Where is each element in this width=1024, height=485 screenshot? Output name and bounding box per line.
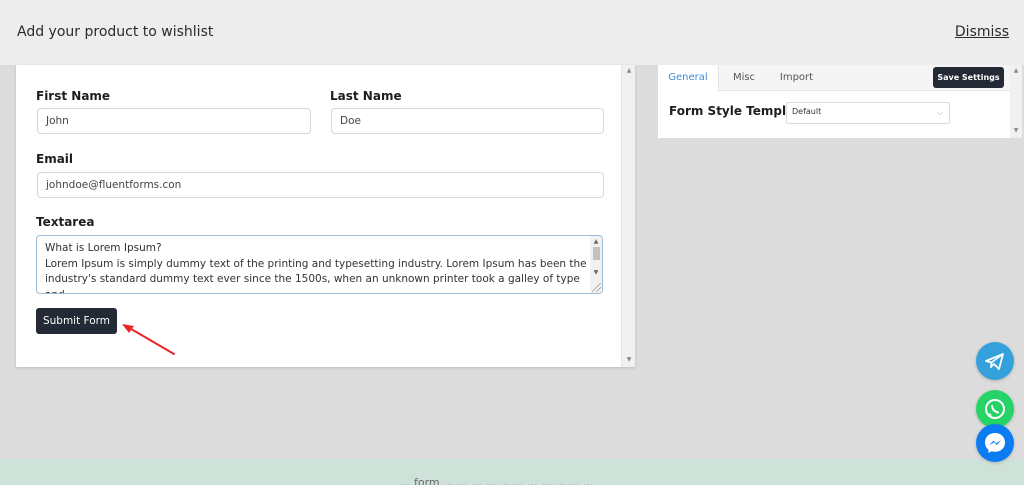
textarea-content: What is Lorem Ipsum? Lorem Ipsum is simp…: [45, 242, 587, 293]
form-style-template-value: Default: [792, 107, 822, 116]
scroll-up-icon[interactable]: ▲: [622, 67, 636, 74]
dismiss-link[interactable]: Dismiss: [955, 24, 1009, 40]
settings-panel: General Misc Import Save Settings Form S…: [658, 65, 1022, 138]
notification-title: Add your product to wishlist: [17, 24, 214, 40]
footer-text: ... form ... ... ... ... ... ... ... ...…: [400, 476, 594, 485]
submit-form-button[interactable]: Submit Form: [36, 308, 117, 334]
textarea-label: Textarea: [36, 215, 95, 229]
chevron-down-icon: ⌵: [936, 108, 943, 117]
whatsapp-button[interactable]: [976, 390, 1014, 428]
scroll-down-icon[interactable]: ▼: [590, 269, 602, 276]
textarea-input[interactable]: What is Lorem Ipsum? Lorem Ipsum is simp…: [36, 235, 603, 294]
scroll-down-icon[interactable]: ▼: [622, 356, 636, 363]
settings-tabs: General Misc Import Save Settings: [658, 65, 1022, 92]
panel-scrollbar[interactable]: ▲ ▼: [621, 65, 635, 367]
email-label: Email: [36, 152, 74, 166]
last-name-input[interactable]: Doe: [331, 108, 604, 134]
tab-misc[interactable]: Misc: [719, 65, 769, 91]
scroll-down-icon[interactable]: ▼: [1010, 127, 1022, 134]
tab-general[interactable]: General: [658, 65, 719, 92]
save-settings-button[interactable]: Save Settings: [933, 67, 1004, 88]
scroll-up-icon[interactable]: ▲: [590, 238, 602, 245]
telegram-button[interactable]: [976, 342, 1014, 380]
scroll-up-icon[interactable]: ▲: [1010, 67, 1022, 74]
last-name-label: Last Name: [330, 89, 402, 103]
scroll-thumb[interactable]: [593, 247, 600, 260]
first-name-label: First Name: [36, 89, 111, 103]
messenger-icon: [985, 433, 1005, 453]
annotation-arrow-icon: [122, 324, 175, 355]
email-input[interactable]: johndoe@fluentforms.con: [37, 172, 604, 198]
notification-bar: Add your product to wishlist Dismiss: [0, 0, 1024, 65]
resize-handle-icon[interactable]: [592, 283, 601, 292]
tab-import[interactable]: Import: [769, 65, 824, 91]
form-preview-panel: First Name John Last Name Doe Email john…: [16, 65, 635, 367]
messenger-button[interactable]: [976, 424, 1014, 462]
footer-band: ... form ... ... ... ... ... ... ... ...…: [0, 459, 1024, 485]
settings-scrollbar[interactable]: ▲ ▼: [1010, 65, 1022, 138]
telegram-icon: [985, 353, 1004, 370]
whatsapp-icon: [985, 399, 1005, 419]
form-style-template-select[interactable]: Default ⌵: [786, 102, 950, 124]
first-name-input[interactable]: John: [37, 108, 311, 134]
